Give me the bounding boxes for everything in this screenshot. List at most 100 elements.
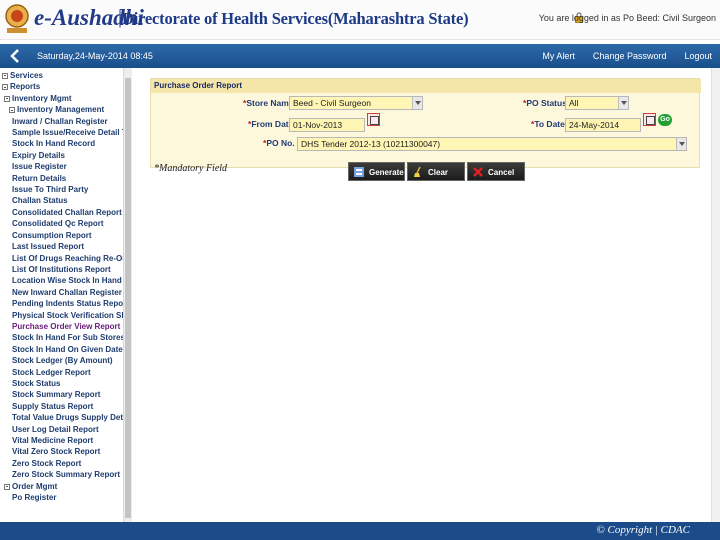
generate-icon xyxy=(354,167,364,177)
sidebar-item[interactable]: Zero Stock Summary Report xyxy=(0,469,123,480)
sidebar-item[interactable]: Stock Summary Report xyxy=(0,389,123,400)
sidebar-item[interactable]: Po Register xyxy=(0,492,123,503)
sidebar-item[interactable]: Return Details xyxy=(0,173,123,184)
close-icon xyxy=(473,167,483,177)
sidebar-item[interactable]: User Log Detail Report xyxy=(0,424,123,435)
sidebar-item[interactable]: Stock In Hand For Sub Stores xyxy=(0,332,123,343)
tree-expander-icon[interactable] xyxy=(9,107,15,114)
sidebar-item[interactable]: Stock Status xyxy=(0,378,123,389)
sidebar-item[interactable]: Purchase Order View Report xyxy=(0,321,123,332)
sidebar-item[interactable]: Consumption Report xyxy=(0,230,123,241)
cancel-button[interactable]: Cancel xyxy=(467,162,525,181)
sidebar-scrollbar-thumb[interactable] xyxy=(125,78,131,518)
sidebar-item[interactable]: Sample Issue/Receive Detail To xyxy=(0,127,123,138)
sidebar-item-label: Services xyxy=(10,71,43,80)
panel-title: Purchase Order Report xyxy=(151,79,701,93)
po-no-select[interactable]: DHS Tender 2012-13 (10211300047) xyxy=(297,137,687,151)
store-name-label: *Store Name xyxy=(243,98,294,108)
sidebar-item[interactable]: Inventory Management xyxy=(0,104,123,115)
sidebar-item-label: Total Value Drugs Supply Detail xyxy=(12,413,123,423)
generate-button[interactable]: Generate xyxy=(348,162,405,181)
sidebar-item[interactable]: Expiry Details xyxy=(0,150,123,161)
sidebar-item-label: Last Issued Report xyxy=(12,242,85,252)
sidebar-item[interactable]: Location Wise Stock In Hand Rep xyxy=(0,275,123,286)
report-form-panel: Purchase Order Report *Store Name Beed -… xyxy=(150,78,701,168)
logout-link[interactable]: Logout xyxy=(684,51,712,61)
sidebar-item-label: Po Register xyxy=(12,493,57,503)
sidebar-item-label: Sample Issue/Receive Detail To xyxy=(12,128,123,138)
login-info: You are logged in as Po Beed: Civil Surg… xyxy=(538,13,716,23)
sidebar-item[interactable]: Consolidated Qc Report xyxy=(0,218,123,229)
sidebar-item[interactable]: Stock In Hand Record xyxy=(0,138,123,149)
sidebar-item[interactable]: Issue To Third Party xyxy=(0,184,123,195)
sidebar-item[interactable]: List Of Institutions Report xyxy=(0,264,123,275)
tree-expander-icon[interactable] xyxy=(4,483,10,490)
to-date-input[interactable]: 24-May-2014 xyxy=(565,118,641,132)
store-name-select[interactable]: Beed - Civil Surgeon xyxy=(289,96,423,110)
sidebar-item-label: List Of Drugs Reaching Re-Order xyxy=(12,253,123,263)
copyright: © Copyright | CDAC xyxy=(596,524,690,536)
from-date-input[interactable]: 01-Nov-2013 xyxy=(289,118,365,132)
sidebar-item-label: Consolidated Challan Report xyxy=(12,207,122,217)
sidebar-item-label: Challan Status xyxy=(12,196,68,206)
from-date-label: *From Date xyxy=(248,119,294,129)
sidebar-item[interactable]: Zero Stock Report xyxy=(0,458,123,469)
sidebar-item-label: Location Wise Stock In Hand Rep xyxy=(12,276,123,286)
po-status-label: *PO Status xyxy=(523,98,567,108)
po-status-select[interactable]: All xyxy=(565,96,629,110)
sidebar-item[interactable]: Inward / Challan Register xyxy=(0,116,123,127)
chevron-down-icon[interactable] xyxy=(618,97,628,109)
sidebar-item[interactable]: Stock Ledger Report xyxy=(0,367,123,378)
sidebar-item[interactable]: Vital Medicine Report xyxy=(0,435,123,446)
sidebar-scrollbar[interactable] xyxy=(123,68,132,522)
header: e-Aushadhi | Directorate of Health Servi… xyxy=(0,0,720,40)
sidebar-item-label: Stock Summary Report xyxy=(12,390,101,400)
sidebar-item[interactable]: Total Value Drugs Supply Detail xyxy=(0,412,123,423)
sidebar-item[interactable]: Last Issued Report xyxy=(0,241,123,252)
sidebar-item[interactable]: Pending Indents Status Report xyxy=(0,298,123,309)
back-arrow-icon[interactable] xyxy=(8,48,22,64)
sidebar-item[interactable]: New Inward Challan Register xyxy=(0,287,123,298)
go-button[interactable]: Go xyxy=(658,114,672,126)
sidebar-item-label: Zero Stock Report xyxy=(12,458,82,468)
sidebar-item-label: List Of Institutions Report xyxy=(12,264,111,274)
sidebar-item-label: Consumption Report xyxy=(12,230,92,240)
clear-button[interactable]: Clear xyxy=(407,162,465,181)
sidebar-item-label: Inventory Management xyxy=(17,105,105,115)
sidebar-item[interactable]: List Of Drugs Reaching Re-Order xyxy=(0,253,123,264)
my-alert-link[interactable]: My Alert xyxy=(542,51,575,61)
mandatory-field-note: *Mandatory Field xyxy=(154,163,228,174)
sidebar: Services Reports Inventory Mgmt Inventory M… xyxy=(0,68,132,522)
sidebar-item-label: Stock Ledger Report xyxy=(12,367,91,377)
sidebar-item[interactable]: Reports xyxy=(0,81,123,92)
from-date-calendar-icon[interactable] xyxy=(367,113,380,126)
sidebar-item[interactable]: Order Mgmt xyxy=(0,481,123,492)
sidebar-item-label: Vital Zero Stock Report xyxy=(12,447,101,457)
sidebar-item[interactable]: Physical Stock Verification Sheet xyxy=(0,310,123,321)
sidebar-item-label: Consolidated Qc Report xyxy=(12,219,104,229)
tree-expander-icon[interactable] xyxy=(2,72,8,79)
tree-expander-icon[interactable] xyxy=(4,95,10,102)
nav-links: My Alert Change Password Logout xyxy=(542,51,712,61)
to-date-calendar-icon[interactable] xyxy=(643,113,656,126)
sidebar-item[interactable]: Services xyxy=(0,70,123,81)
broom-icon xyxy=(414,166,421,177)
sidebar-item-label: Zero Stock Summary Report xyxy=(12,470,121,480)
chevron-down-icon[interactable] xyxy=(676,138,686,150)
sidebar-item-label: Reports xyxy=(10,82,41,92)
sidebar-item[interactable]: Challan Status xyxy=(0,195,123,206)
content-scrollbar[interactable] xyxy=(711,68,720,522)
chevron-down-icon[interactable] xyxy=(412,97,422,109)
sidebar-item[interactable]: Supply Status Report xyxy=(0,401,123,412)
sidebar-menu: Services Reports Inventory Mgmt Inventory M… xyxy=(0,70,123,503)
sidebar-item[interactable]: Inventory Mgmt xyxy=(0,93,123,104)
sidebar-item[interactable]: Vital Zero Stock Report xyxy=(0,446,123,457)
tree-expander-icon[interactable] xyxy=(2,84,8,91)
sidebar-item[interactable]: Issue Register xyxy=(0,161,123,172)
sidebar-item[interactable]: Stock Ledger (By Amount) xyxy=(0,355,123,366)
change-password-link[interactable]: Change Password xyxy=(593,51,667,61)
navbar: Saturday,24-May-2014 08:45 My Alert Chan… xyxy=(0,44,720,68)
sidebar-item[interactable]: Consolidated Challan Report xyxy=(0,207,123,218)
sidebar-item[interactable]: Stock In Hand On Given Date xyxy=(0,344,123,355)
sidebar-item-label: New Inward Challan Register xyxy=(12,287,122,297)
